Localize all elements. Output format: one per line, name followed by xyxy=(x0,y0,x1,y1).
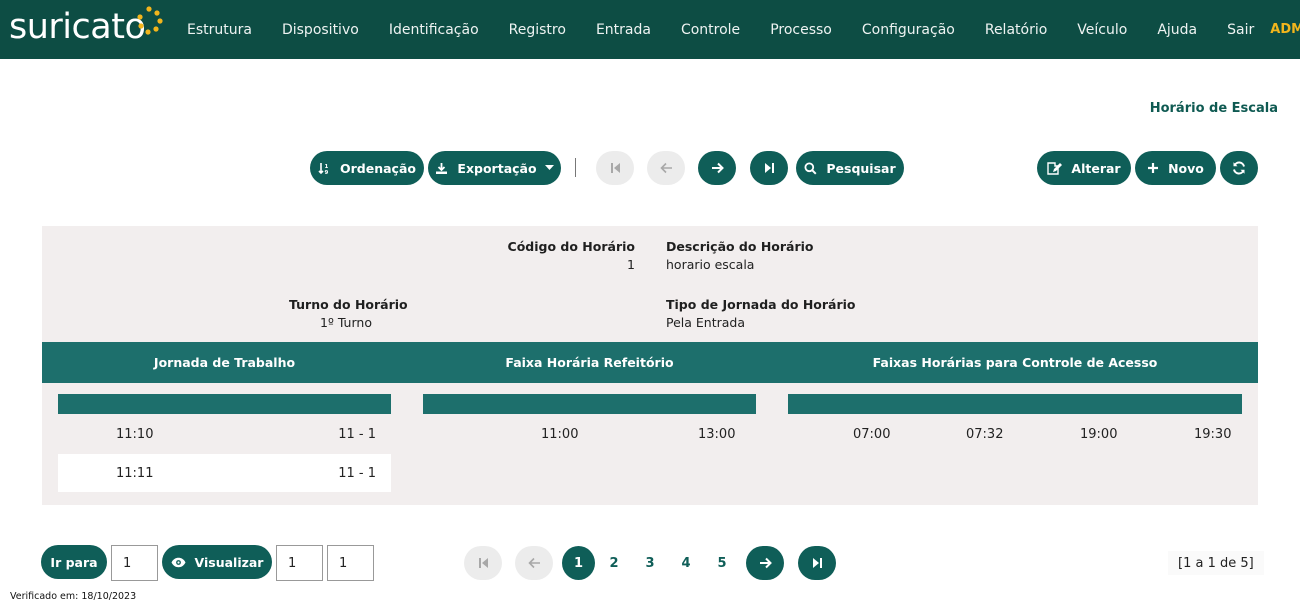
work-journey-row-1-time: 11:10 xyxy=(116,427,154,442)
view-label: Visualizar xyxy=(194,554,264,570)
work-journey-header: Jornada de Trabalho xyxy=(153,355,296,370)
work-journey-row-1-range: 11 - 1 xyxy=(338,427,376,442)
page-4-button[interactable]: 4 xyxy=(670,546,702,580)
export-button[interactable]: Exportação xyxy=(428,151,561,185)
search-icon xyxy=(804,162,817,175)
svg-text:9: 9 xyxy=(325,170,329,175)
logo-text: suricato xyxy=(9,7,146,47)
grids-header: Jornada de Trabalho Faixa Horária Refeit… xyxy=(42,342,1258,383)
export-label: Exportação xyxy=(457,160,537,176)
new-label: Novo xyxy=(1168,160,1204,176)
access-row-1-t1: 07:00 xyxy=(853,427,891,442)
access-row-1-t2: 07:32 xyxy=(966,427,1004,442)
last-record-button[interactable] xyxy=(750,151,788,185)
main-menu: Estrutura Dispositivo Identificação Regi… xyxy=(172,0,1300,59)
goto-page-input[interactable]: 1 xyxy=(111,545,158,581)
menu-estrutura[interactable]: Estrutura xyxy=(187,22,252,38)
download-icon xyxy=(435,162,448,175)
arrow-right-icon xyxy=(759,557,772,569)
eye-icon xyxy=(171,557,186,568)
page-1-button[interactable]: 1 xyxy=(562,546,595,580)
shift-value: 1º Turno xyxy=(320,315,372,330)
code-value: 1 xyxy=(627,257,635,272)
goto-button[interactable]: Ir para xyxy=(41,545,107,579)
previous-record-button[interactable] xyxy=(647,151,685,185)
toolbar-separator xyxy=(575,158,576,177)
skip-first-icon xyxy=(610,162,621,174)
menu-ajuda[interactable]: Ajuda xyxy=(1157,22,1197,38)
menu-veiculo[interactable]: Veículo xyxy=(1077,22,1127,38)
cafeteria-header: Faixa Horária Refeitório xyxy=(505,355,674,370)
logo-dots-icon xyxy=(137,6,163,35)
description-value: horario escala xyxy=(666,257,755,272)
page-2-button[interactable]: 2 xyxy=(598,546,630,580)
menu-processo[interactable]: Processo xyxy=(770,22,832,38)
page-title: Horário de Escala xyxy=(1149,101,1278,116)
work-journey-row-2-range: 11 - 1 xyxy=(338,466,376,481)
search-button[interactable]: Pesquisar xyxy=(796,151,904,185)
access-row-1-t4: 19:30 xyxy=(1194,427,1232,442)
menu-dispositivo[interactable]: Dispositivo xyxy=(282,22,359,38)
new-button[interactable]: Novo xyxy=(1135,151,1216,185)
top-navbar: suricato Estrutura Dispositivo Identific… xyxy=(0,0,1300,59)
menu-controle[interactable]: Controle xyxy=(681,22,740,38)
cafeteria-subheader xyxy=(423,394,756,414)
next-record-button[interactable] xyxy=(698,151,736,185)
search-label: Pesquisar xyxy=(826,160,896,176)
page-3-button[interactable]: 3 xyxy=(634,546,666,580)
sort-icon: 19 xyxy=(318,162,331,175)
access-control-header: Faixas Horárias para Controle de Acesso xyxy=(872,355,1158,370)
plus-icon xyxy=(1147,162,1159,174)
view-from-input[interactable]: 1 xyxy=(276,545,323,581)
skip-last-icon xyxy=(812,557,823,569)
access-row-1-t3: 19:00 xyxy=(1080,427,1118,442)
skip-first-icon xyxy=(478,557,489,569)
previous-page-button[interactable] xyxy=(515,546,553,580)
work-journey-subheader xyxy=(58,394,391,414)
cafeteria-row-1-start: 11:00 xyxy=(541,427,579,442)
menu-registro[interactable]: Registro xyxy=(509,22,566,38)
journey-type-label: Tipo de Jornada do Horário xyxy=(666,297,856,312)
caret-down-icon xyxy=(544,165,554,171)
next-page-button[interactable] xyxy=(746,546,784,580)
record-detail-panel: Código do Horário 1 Descrição do Horário… xyxy=(42,226,1258,505)
work-journey-row-2-time: 11:11 xyxy=(116,466,154,481)
code-label: Código do Horário xyxy=(507,239,635,254)
page-5-button[interactable]: 5 xyxy=(706,546,738,580)
last-page-button[interactable] xyxy=(798,546,836,580)
edit-icon xyxy=(1047,161,1063,175)
cafeteria-row-1-end: 13:00 xyxy=(698,427,736,442)
sort-button[interactable]: 19 Ordenação xyxy=(310,151,424,185)
edit-label: Alterar xyxy=(1071,160,1121,176)
view-button[interactable]: Visualizar xyxy=(162,545,272,579)
arrow-right-icon xyxy=(711,162,724,174)
arrow-left-icon xyxy=(659,162,673,174)
edit-button[interactable]: Alterar xyxy=(1037,151,1131,185)
record-counter: [1 a 1 de 5] xyxy=(1168,551,1264,575)
refresh-button[interactable] xyxy=(1220,151,1258,185)
view-to-input[interactable]: 1 xyxy=(327,545,374,581)
menu-sair[interactable]: Sair xyxy=(1227,22,1254,38)
menu-configuracao[interactable]: Configuração xyxy=(862,22,955,38)
goto-label: Ir para xyxy=(50,554,98,570)
description-label: Descrição do Horário xyxy=(666,239,814,254)
menu-identificacao[interactable]: Identificação xyxy=(389,22,479,38)
refresh-icon xyxy=(1232,161,1246,175)
verified-date: Verificado em: 18/10/2023 xyxy=(10,591,137,602)
first-record-button[interactable] xyxy=(596,151,634,185)
arrow-left-icon xyxy=(527,557,541,569)
skip-last-icon xyxy=(764,162,775,174)
user-name[interactable]: ADMIN xyxy=(1270,22,1300,37)
first-page-button[interactable] xyxy=(464,546,502,580)
sort-label: Ordenação xyxy=(340,160,416,176)
menu-entrada[interactable]: Entrada xyxy=(596,22,651,38)
access-subheader xyxy=(788,394,1242,414)
shift-label: Turno do Horário xyxy=(289,297,408,312)
menu-relatorio[interactable]: Relatório xyxy=(985,22,1047,38)
journey-type-value: Pela Entrada xyxy=(666,315,746,330)
suricato-logo[interactable]: suricato xyxy=(9,7,146,47)
